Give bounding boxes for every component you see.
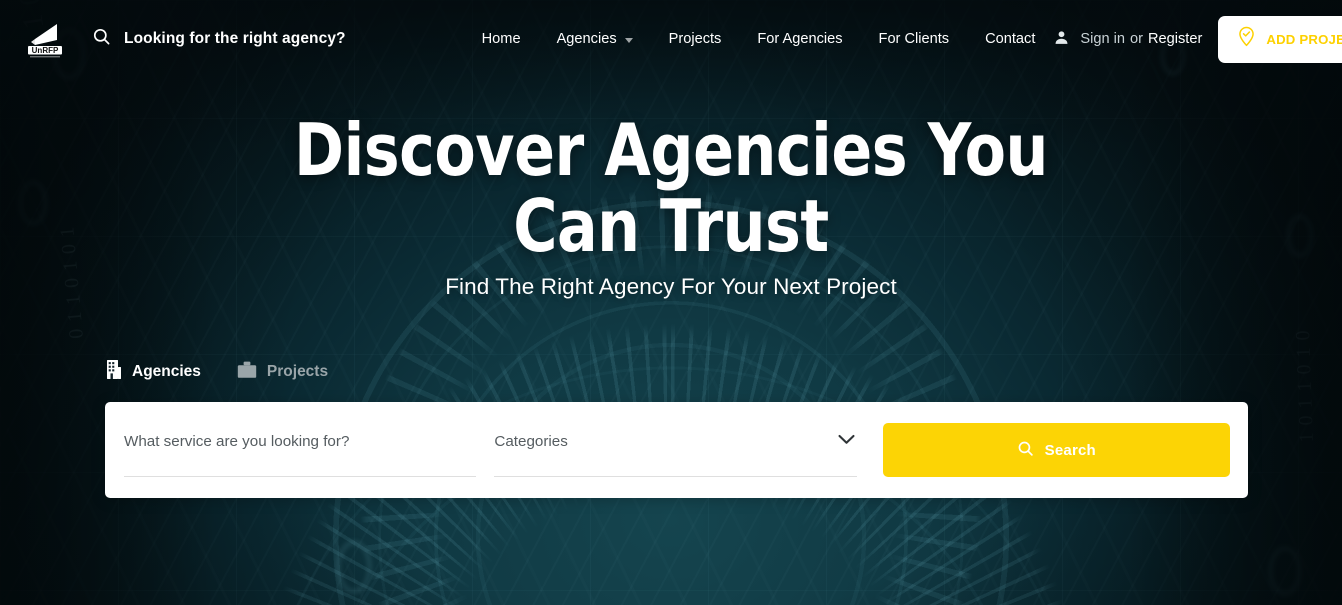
nav-label: For Agencies: [757, 31, 843, 47]
person-icon: [1053, 29, 1070, 50]
page-title-line-1: Discover Agencies You: [294, 108, 1048, 192]
categories-select[interactable]: Categories: [494, 423, 857, 477]
hero-section: 1 1 0 1 1 1 1 0 1 0 1 1 0 1 1 0 1 1 1 0 …: [0, 0, 1342, 605]
search-button-label: Search: [1044, 441, 1096, 459]
nav-item-agencies[interactable]: Agencies: [539, 31, 651, 47]
main-nav: Home Agencies Projects For Agencies For …: [464, 31, 1054, 47]
service-input-placeholder: What service are you looking for?: [124, 433, 350, 450]
nav-item-projects[interactable]: Projects: [651, 31, 740, 47]
chevron-down-icon: [624, 37, 633, 43]
tab-label: Projects: [266, 363, 329, 380]
sign-in-label: Sign in: [1080, 31, 1126, 47]
logo[interactable]: UnRFP: [24, 19, 66, 59]
nav-label: For Clients: [878, 31, 950, 47]
building-icon: [106, 360, 122, 384]
nav-item-home[interactable]: Home: [464, 31, 539, 47]
search-panel: What service are you looking for? Catego…: [105, 402, 1248, 498]
add-project-agency-button[interactable]: ADD PROJECT/AGENCY: [1218, 15, 1342, 63]
briefcase-icon: [237, 361, 257, 384]
map-pin-check-icon: [1237, 26, 1256, 52]
page-subtitle: Find The Right Agency For Your Next Proj…: [445, 274, 897, 299]
sign-in-separator: or: [1130, 31, 1143, 47]
nav-label: Contact: [985, 31, 1036, 47]
site-header: UnRFP Looking for the right agency? Home…: [0, 0, 1342, 78]
search-icon: [1017, 440, 1034, 460]
header-right-group: Sign in or Register ADD PROJECT/AGENCY: [1053, 15, 1342, 63]
search-button[interactable]: Search: [882, 423, 1230, 477]
nav-label: Home: [481, 31, 521, 47]
tab-projects[interactable]: Projects: [237, 361, 328, 384]
nav-item-contact[interactable]: Contact: [967, 31, 1053, 47]
page-title: Discover Agencies You Can Trust: [47, 112, 1295, 264]
tab-agencies[interactable]: Agencies: [106, 360, 201, 384]
tab-label: Agencies: [132, 363, 201, 380]
search-icon: [92, 27, 111, 51]
nav-label: Projects: [668, 31, 722, 47]
nav-item-for-agencies[interactable]: For Agencies: [739, 31, 860, 47]
register-label: Register: [1148, 31, 1203, 47]
header-search-label: Looking for the right agency?: [124, 30, 346, 47]
service-search-input[interactable]: What service are you looking for?: [124, 423, 477, 477]
add-project-agency-label: ADD PROJECT/AGENCY: [1266, 31, 1342, 47]
chevron-down-icon: [838, 432, 855, 450]
header-search-prompt[interactable]: Looking for the right agency?: [92, 27, 346, 51]
nav-item-for-clients[interactable]: For Clients: [861, 31, 968, 47]
page-title-line-2: Can Trust: [513, 184, 829, 268]
categories-select-value: Categories: [494, 433, 568, 450]
sign-in-register-link[interactable]: Sign in or Register: [1053, 29, 1218, 50]
nav-label: Agencies: [556, 31, 617, 47]
svg-text:UnRFP: UnRFP: [32, 46, 59, 55]
search-type-tabs: Agencies Projects: [106, 360, 328, 384]
hero-content: Discover Agencies You Can Trust Find The…: [0, 0, 1342, 605]
